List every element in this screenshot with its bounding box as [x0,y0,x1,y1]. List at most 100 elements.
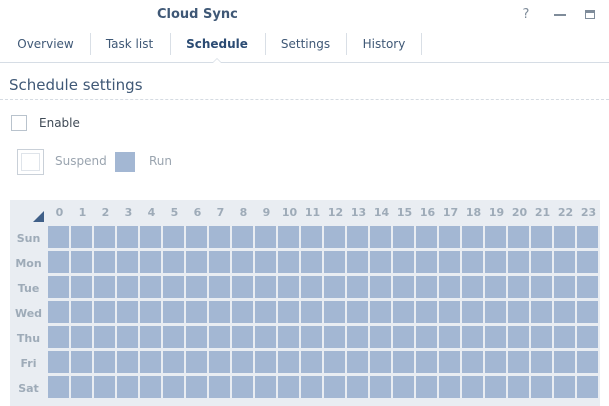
schedule-cell[interactable] [186,326,207,348]
schedule-cell[interactable] [531,226,552,248]
schedule-cell[interactable] [163,251,184,273]
schedule-cell[interactable] [232,276,253,298]
schedule-cell[interactable] [163,326,184,348]
schedule-cell[interactable] [163,301,184,323]
schedule-cell[interactable] [209,326,230,348]
schedule-cell[interactable] [393,351,414,373]
hour-header[interactable]: 20 [508,200,531,225]
day-header[interactable]: Thu [10,326,47,351]
schedule-cell[interactable] [439,276,460,298]
schedule-cell[interactable] [347,326,368,348]
schedule-cell[interactable] [393,276,414,298]
day-header[interactable]: Wed [10,301,47,326]
schedule-cell[interactable] [370,251,391,273]
schedule-cell[interactable] [370,326,391,348]
hour-header[interactable]: 16 [416,200,439,225]
schedule-cell[interactable] [554,351,575,373]
schedule-cell[interactable] [255,276,276,298]
hour-header[interactable]: 3 [117,200,140,225]
schedule-cell[interactable] [324,376,345,398]
schedule-cell[interactable] [301,376,322,398]
schedule-cell[interactable] [416,376,437,398]
schedule-cell[interactable] [117,301,138,323]
hour-header[interactable]: 18 [462,200,485,225]
schedule-cell[interactable] [531,276,552,298]
schedule-cell[interactable] [347,276,368,298]
hour-header[interactable]: 13 [347,200,370,225]
schedule-cell[interactable] [278,301,299,323]
schedule-cell[interactable] [485,251,506,273]
schedule-cell[interactable] [71,326,92,348]
help-icon[interactable]: ? [517,6,535,24]
schedule-cell[interactable] [71,301,92,323]
schedule-cell[interactable] [347,226,368,248]
schedule-cell[interactable] [554,301,575,323]
schedule-cell[interactable] [186,251,207,273]
schedule-cell[interactable] [94,226,115,248]
schedule-cell[interactable] [209,226,230,248]
schedule-cell[interactable] [209,376,230,398]
schedule-cell[interactable] [140,251,161,273]
schedule-cell[interactable] [278,276,299,298]
schedule-cell[interactable] [370,301,391,323]
schedule-cell[interactable] [301,351,322,373]
schedule-cell[interactable] [117,276,138,298]
schedule-cell[interactable] [577,251,598,273]
day-header[interactable]: Tue [10,276,47,301]
tab-task-list[interactable]: Task list [93,30,166,58]
schedule-cell[interactable] [439,351,460,373]
tab-schedule[interactable]: Schedule [173,30,261,63]
schedule-cell[interactable] [301,326,322,348]
schedule-cell[interactable] [393,326,414,348]
schedule-cell[interactable] [255,376,276,398]
schedule-cell[interactable] [117,251,138,273]
schedule-cell[interactable] [71,276,92,298]
hour-header[interactable]: 1 [71,200,94,225]
schedule-cell[interactable] [71,251,92,273]
schedule-cell[interactable] [255,226,276,248]
schedule-cell[interactable] [462,376,483,398]
schedule-cell[interactable] [462,351,483,373]
schedule-cell[interactable] [416,351,437,373]
enable-checkbox[interactable] [11,115,27,131]
schedule-cell[interactable] [416,276,437,298]
schedule-cell[interactable] [255,301,276,323]
schedule-cell[interactable] [209,251,230,273]
day-header[interactable]: Fri [10,351,47,376]
schedule-cell[interactable] [393,376,414,398]
schedule-cell[interactable] [439,226,460,248]
schedule-cell[interactable] [301,251,322,273]
hour-header[interactable]: 5 [163,200,186,225]
schedule-cell[interactable] [554,226,575,248]
schedule-cell[interactable] [48,326,69,348]
hour-header[interactable]: 12 [324,200,347,225]
hour-header[interactable]: 17 [439,200,462,225]
schedule-cell[interactable] [255,251,276,273]
schedule-cell[interactable] [370,376,391,398]
schedule-cell[interactable] [577,326,598,348]
schedule-cell[interactable] [117,376,138,398]
day-header[interactable]: Sun [10,226,47,251]
minimize-icon[interactable] [551,6,569,24]
hour-header[interactable]: 6 [186,200,209,225]
schedule-cell[interactable] [324,301,345,323]
schedule-cell[interactable] [485,276,506,298]
schedule-cell[interactable] [163,351,184,373]
schedule-cell[interactable] [140,326,161,348]
schedule-cell[interactable] [554,276,575,298]
schedule-cell[interactable] [347,301,368,323]
schedule-cell[interactable] [140,226,161,248]
schedule-cell[interactable] [324,276,345,298]
schedule-cell[interactable] [508,376,529,398]
schedule-cell[interactable] [48,251,69,273]
schedule-cell[interactable] [140,301,161,323]
schedule-cell[interactable] [48,226,69,248]
schedule-cell[interactable] [577,226,598,248]
schedule-cell[interactable] [416,251,437,273]
maximize-icon[interactable] [581,6,599,24]
schedule-cell[interactable] [232,351,253,373]
schedule-cell[interactable] [232,376,253,398]
schedule-cell[interactable] [255,326,276,348]
schedule-cell[interactable] [163,226,184,248]
hour-header[interactable]: 0 [48,200,71,225]
